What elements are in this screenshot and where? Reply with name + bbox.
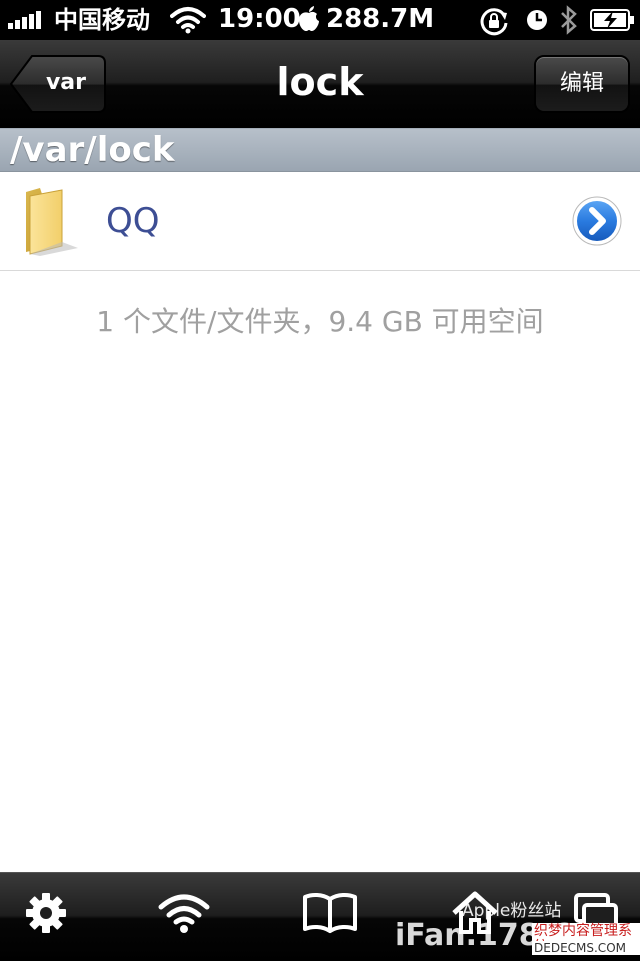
clock-icon (527, 10, 547, 30)
back-button-label: var (45, 70, 87, 95)
memory-usage: 288.7M (326, 4, 435, 34)
signal-icon (8, 11, 48, 29)
status-bar: 中国移动 19:00 288.7M (0, 0, 640, 40)
dedecms-url-watermark: DEDECMS.COM (532, 941, 628, 955)
path-header: /var/lock (0, 128, 640, 172)
settings-gear-icon[interactable] (24, 891, 68, 935)
wifi-icon (170, 7, 206, 34)
bluetooth-icon (561, 5, 577, 35)
detail-disclosure-icon[interactable] (572, 196, 622, 246)
edit-button[interactable]: 编辑 (534, 55, 630, 113)
book-icon[interactable] (302, 891, 358, 935)
folder-icon (26, 188, 78, 256)
carrier-name: 中国移动 (54, 6, 150, 34)
battery-charging-icon (590, 9, 634, 31)
list-item-label: QQ (106, 201, 160, 241)
apple-fan-watermark: Apple粉丝站 (462, 901, 562, 921)
storage-summary: 1 个文件/文件夹，9.4 GB 可用空间 (96, 305, 544, 338)
rotation-lock-icon (480, 8, 508, 36)
page-title: lock (276, 60, 364, 104)
navigation-bar: var lock 编辑 (0, 40, 640, 129)
status-time: 19:00 (218, 4, 301, 34)
back-button[interactable]: var (10, 55, 106, 113)
wifi-icon[interactable] (158, 891, 210, 935)
apple-icon (299, 6, 319, 31)
list-item[interactable]: QQ (0, 172, 640, 271)
